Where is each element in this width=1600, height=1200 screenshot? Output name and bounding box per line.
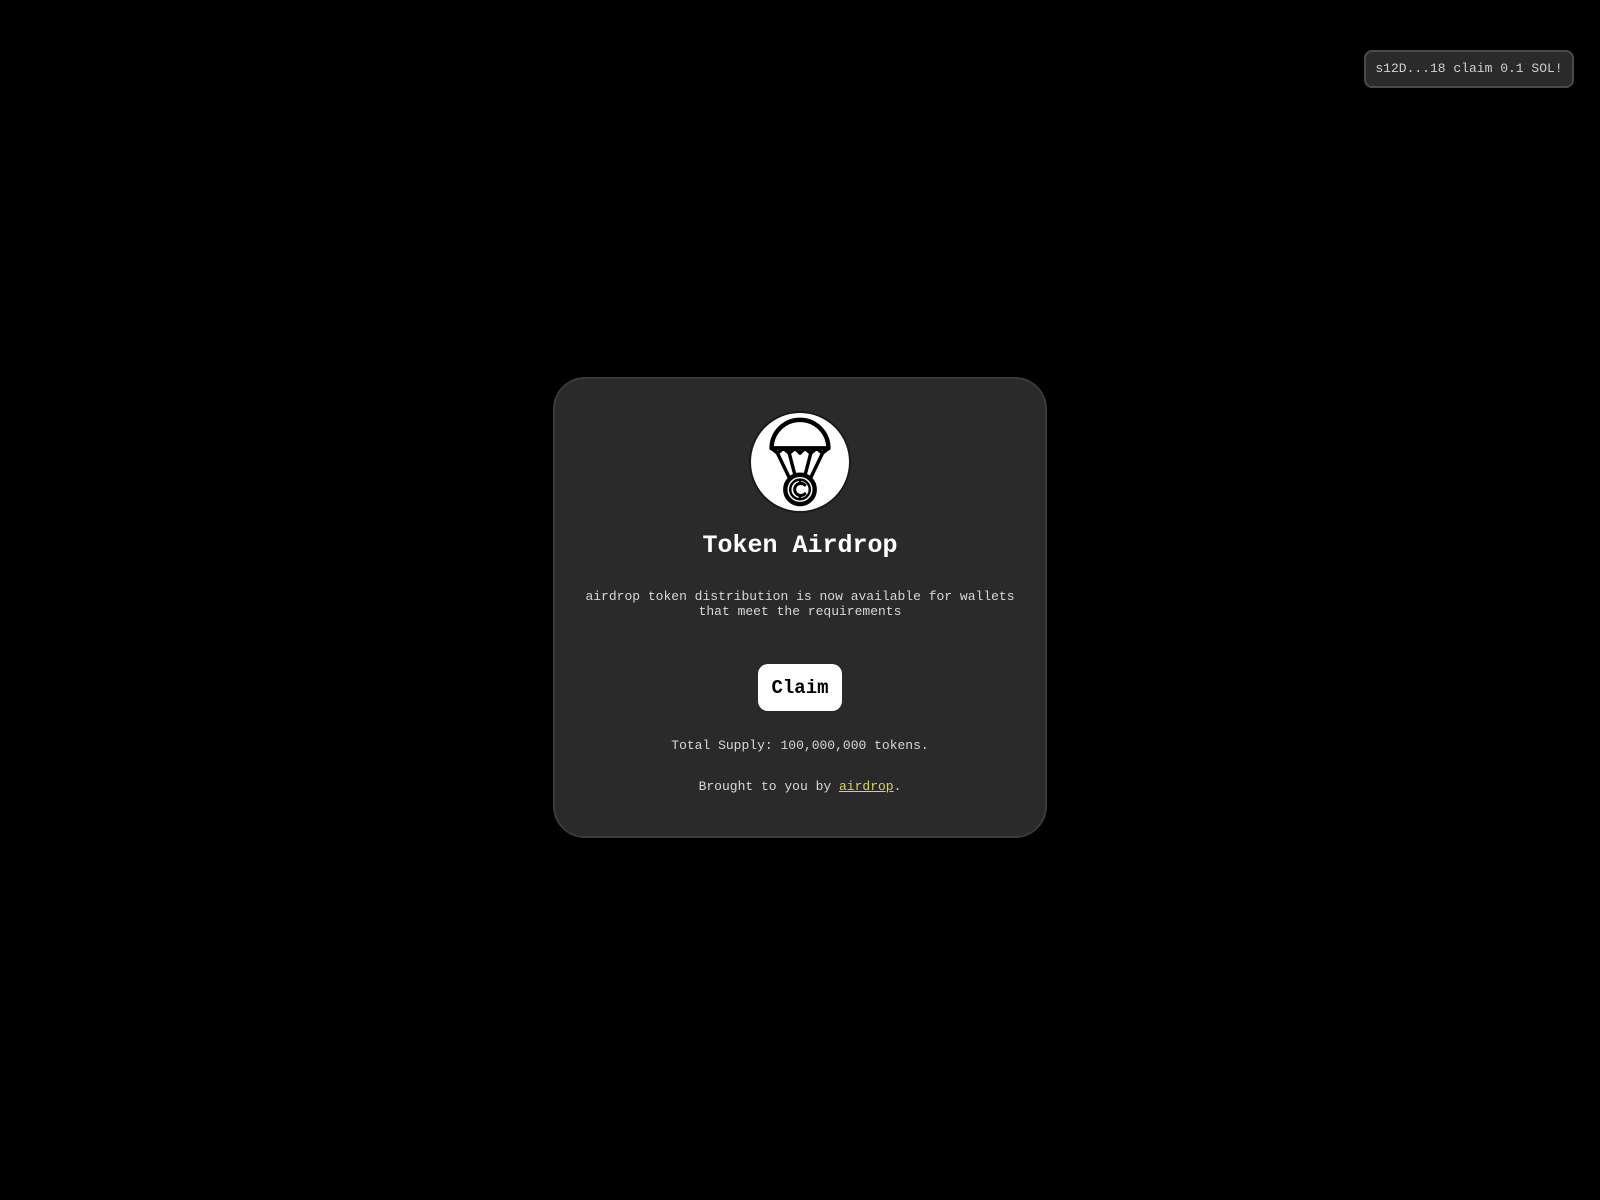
attribution-prefix: Brought to you by (698, 779, 839, 794)
toast-text: s12D...18 claim 0.1 SOL! (1375, 61, 1563, 76)
claim-button[interactable]: Claim (758, 664, 842, 711)
attribution-suffix: . (893, 779, 902, 794)
attribution-text: Brought to you by airdrop. (555, 779, 1045, 795)
airdrop-card: Token Airdrop airdrop token distribution… (553, 377, 1047, 838)
total-supply-text: Total Supply: 100,000,000 tokens. (671, 738, 929, 753)
page-title: Token Airdrop (702, 531, 898, 560)
claim-notification-toast: s12D...18 claim 0.1 SOL! (1364, 50, 1574, 88)
description-text: airdrop token distribution is now availa… (585, 589, 1015, 619)
parachute-coin-icon (749, 411, 851, 513)
airdrop-link[interactable]: airdrop (839, 779, 894, 794)
